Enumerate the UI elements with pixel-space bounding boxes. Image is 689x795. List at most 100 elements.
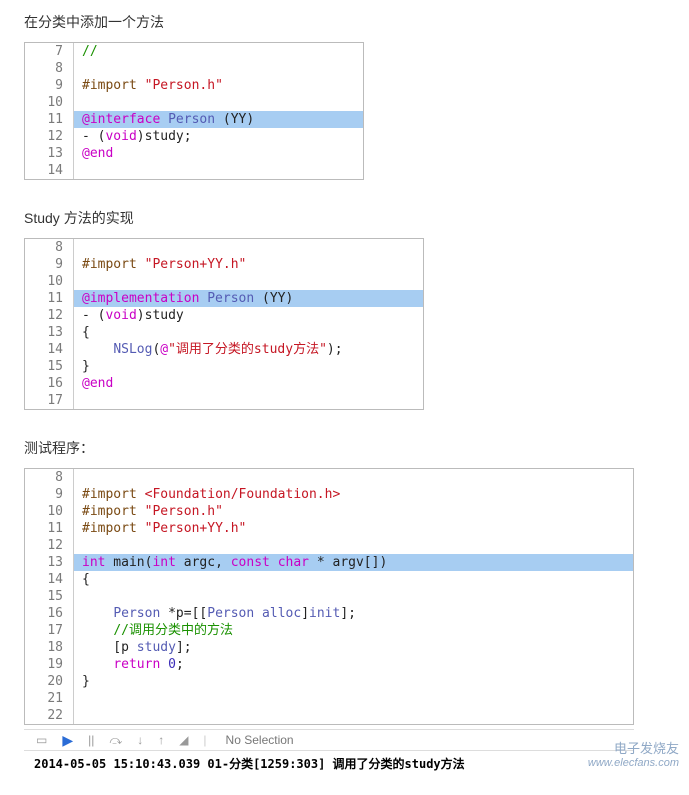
code-content: #import "Person+YY.h" <box>74 520 246 537</box>
line-number: 11 <box>25 290 73 307</box>
code-line: 8 <box>25 469 633 486</box>
code-line: 11#import "Person+YY.h" <box>25 520 633 537</box>
line-number: 10 <box>25 94 73 111</box>
line-number: 21 <box>25 690 73 707</box>
step-into-icon[interactable]: ↓ <box>137 733 143 747</box>
continue-icon[interactable]: ▶ <box>62 732 73 749</box>
code-block-3: 89#import <Foundation/Foundation.h>10#im… <box>24 468 634 725</box>
code-content <box>74 707 82 724</box>
line-number: 22 <box>25 707 73 724</box>
code-line: 8 <box>25 239 423 256</box>
line-number: 9 <box>25 486 73 503</box>
line-number: 15 <box>25 358 73 375</box>
code-content: } <box>74 673 90 690</box>
line-number: 17 <box>25 392 73 409</box>
step-over-icon[interactable]: ⤼ <box>109 733 122 748</box>
code-content: @interface Person (YY) <box>74 111 254 128</box>
toolbar-separator: | <box>203 733 206 747</box>
code-line: 15} <box>25 358 423 375</box>
code-content <box>74 94 82 111</box>
line-number: 10 <box>25 273 73 290</box>
code-line: 10 <box>25 273 423 290</box>
section-1-title: 在分类中添加一个方法 <box>24 12 665 32</box>
line-number: 12 <box>25 128 73 145</box>
line-number: 20 <box>25 673 73 690</box>
code-line: 14 NSLog(@"调用了分类的study方法"); <box>25 341 423 358</box>
section-2-title: Study 方法的实现 <box>24 208 665 228</box>
line-number: 14 <box>25 571 73 588</box>
line-number: 14 <box>25 162 73 179</box>
code-line: 22 <box>25 707 633 724</box>
code-line: 10 <box>25 94 363 111</box>
code-line: 17 <box>25 392 423 409</box>
code-content: #import "Person.h" <box>74 77 223 94</box>
code-line: 18 [p study]; <box>25 639 633 656</box>
line-number: 8 <box>25 239 73 256</box>
code-content: #import "Person.h" <box>74 503 223 520</box>
code-line: 20} <box>25 673 633 690</box>
line-number: 17 <box>25 622 73 639</box>
code-line: 17 //调用分类中的方法 <box>25 622 633 639</box>
watermark: 电子发烧友 www.elecfans.com <box>588 741 679 770</box>
code-content: int main(int argc, const char * argv[]) <box>74 554 387 571</box>
code-content: #import "Person+YY.h" <box>74 256 246 273</box>
code-content: { <box>74 324 90 341</box>
code-content: Person *p=[[Person alloc]init]; <box>74 605 356 622</box>
debug-toolbar: ▭ ▶ || ⤼ ↓ ↑ ◢ | No Selection <box>24 729 634 751</box>
code-content <box>74 537 82 554</box>
code-content <box>74 162 82 179</box>
code-line: 13@end <box>25 145 363 162</box>
code-line: 9#import <Foundation/Foundation.h> <box>25 486 633 503</box>
line-number: 13 <box>25 554 73 571</box>
code-line: 14 <box>25 162 363 179</box>
watermark-url: www.elecfans.com <box>588 757 679 770</box>
pause-icon[interactable]: || <box>88 733 94 747</box>
code-line: 21 <box>25 690 633 707</box>
line-number: 7 <box>25 43 73 60</box>
code-content: { <box>74 571 90 588</box>
code-line: 15 <box>25 588 633 605</box>
line-number: 18 <box>25 639 73 656</box>
line-number: 12 <box>25 537 73 554</box>
code-content: [p study]; <box>74 639 192 656</box>
line-number: 11 <box>25 520 73 537</box>
no-selection-label: No Selection <box>226 733 294 747</box>
line-number: 12 <box>25 307 73 324</box>
code-line: 12- (void)study <box>25 307 423 324</box>
code-content: - (void)study <box>74 307 184 324</box>
code-block-1: 7//89#import "Person.h"1011@interface Pe… <box>24 42 364 180</box>
code-content: @implementation Person (YY) <box>74 290 293 307</box>
line-number: 8 <box>25 469 73 486</box>
step-out-icon[interactable]: ↑ <box>158 733 164 747</box>
code-content <box>74 60 82 77</box>
code-line: 7// <box>25 43 363 60</box>
code-content <box>74 469 82 486</box>
line-number: 8 <box>25 60 73 77</box>
code-line: 11@implementation Person (YY) <box>25 290 423 307</box>
code-content <box>74 588 82 605</box>
code-line: 10#import "Person.h" <box>25 503 633 520</box>
code-line: 8 <box>25 60 363 77</box>
code-content <box>74 690 82 707</box>
code-content: @end <box>74 375 113 392</box>
section-3-title: 测试程序： <box>24 438 665 458</box>
code-content: - (void)study; <box>74 128 192 145</box>
line-number: 16 <box>25 605 73 622</box>
code-line: 16@end <box>25 375 423 392</box>
code-line: 16 Person *p=[[Person alloc]init]; <box>25 605 633 622</box>
location-icon[interactable]: ◢ <box>179 733 188 747</box>
code-content: // <box>74 43 98 60</box>
line-number: 13 <box>25 324 73 341</box>
code-line: 13int main(int argc, const char * argv[]… <box>25 554 633 571</box>
code-block-2: 89#import "Person+YY.h"1011@implementati… <box>24 238 424 410</box>
line-number: 15 <box>25 588 73 605</box>
code-content <box>74 273 82 290</box>
code-line: 14{ <box>25 571 633 588</box>
console-output: 2014-05-05 15:10:43.039 01-分类[1259:303] … <box>24 751 634 776</box>
line-number: 11 <box>25 111 73 128</box>
code-content: #import <Foundation/Foundation.h> <box>74 486 340 503</box>
toggle-breakpoints-icon[interactable]: ▭ <box>36 733 47 747</box>
line-number: 14 <box>25 341 73 358</box>
watermark-title: 电子发烧友 <box>588 741 679 757</box>
code-content: //调用分类中的方法 <box>74 622 233 639</box>
